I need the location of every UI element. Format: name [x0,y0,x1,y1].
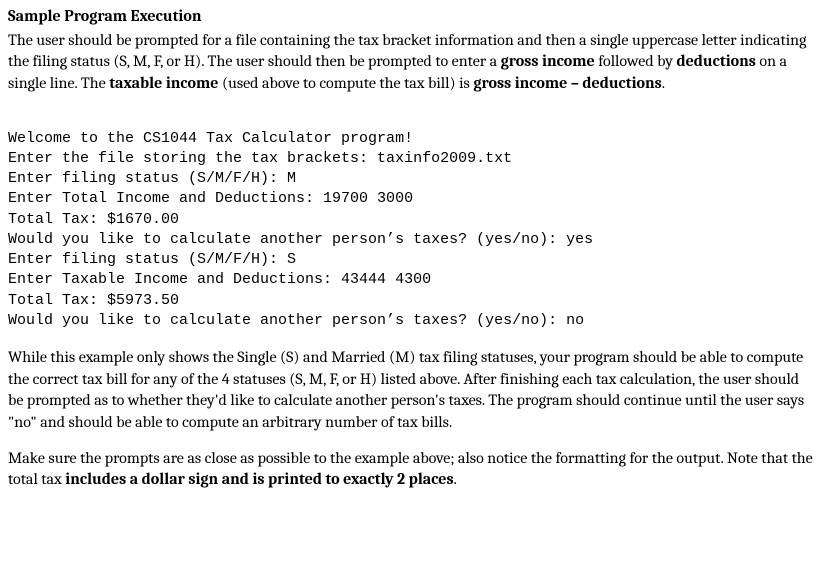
bold-formula: gross income – deductions [473,74,661,92]
bold-gross-income: gross income [501,52,595,70]
section-heading: Sample Program Execution [8,6,815,28]
sample-execution-block: Welcome to the CS1044 Tax Calculator pro… [8,108,815,331]
text: . [662,74,665,92]
code-line: Would you like to calculate another pers… [8,312,584,329]
code-line: Enter Taxable Income and Deductions: 434… [8,271,431,288]
explanation-paragraph: While this example only shows the Single… [8,347,815,433]
text: (used above to compute the tax bill) is [218,74,473,92]
code-line: Enter the file storing the tax brackets:… [8,150,512,167]
code-line: Total Tax: $1670.00 [8,211,179,228]
bold-taxable-income: taxable income [109,74,218,92]
bold-output-format: includes a dollar sign and is printed to… [65,470,453,488]
formatting-note-paragraph: Make sure the prompts are as close as po… [8,448,815,491]
intro-paragraph: The user should be prompted for a file c… [8,30,815,95]
text: . [454,470,457,488]
code-line: Enter filing status (S/M/F/H): M [8,170,296,187]
code-line: Enter filing status (S/M/F/H): S [8,251,296,268]
code-line: Enter Total Income and Deductions: 19700… [8,190,413,207]
code-line: Welcome to the CS1044 Tax Calculator pro… [8,130,413,147]
code-line: Total Tax: $5973.50 [8,292,179,309]
code-line: Would you like to calculate another pers… [8,231,593,248]
text: followed by [595,52,677,70]
bold-deductions: deductions [676,52,755,70]
